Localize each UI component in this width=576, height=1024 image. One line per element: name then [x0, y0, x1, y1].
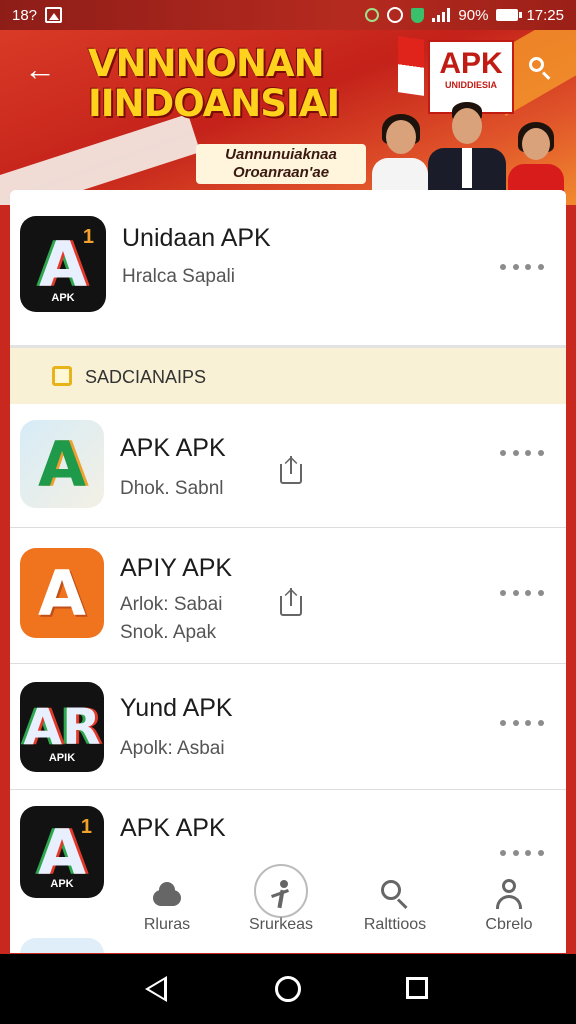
tag-icon — [52, 366, 72, 386]
app-name: APK APK — [120, 814, 226, 842]
system-home-icon[interactable] — [275, 976, 301, 1002]
search-button[interactable] — [526, 54, 556, 84]
badge-main-text: APK — [439, 47, 503, 80]
system-nav-bar — [0, 954, 576, 1024]
cloud-icon — [151, 878, 183, 910]
banner-subtitle: Uannunuiaknaa Oroanraan'ae — [196, 144, 366, 184]
more-options-icon[interactable] — [500, 718, 544, 728]
app-subtitle: Dhok. Sabnl — [120, 478, 224, 499]
nav-item-ralttioos[interactable]: Ralttioos — [338, 862, 452, 950]
featured-app-name: Unidaan APK — [122, 224, 271, 252]
nav-item-rluras[interactable]: Rluras — [110, 862, 224, 950]
app-list-card: A 1 APK Unidaan APK Hralca Sapali SADCIA… — [10, 190, 566, 953]
list-item[interactable]: AR APIK Yund APK Apolk: Asbai — [10, 664, 566, 790]
app-subtitle: Arlok: Sabai — [120, 594, 223, 615]
app-icon: A 1 APK — [20, 806, 104, 898]
more-options-icon[interactable] — [500, 448, 544, 458]
person-run-icon — [265, 878, 297, 910]
app-icon: A — [20, 420, 104, 508]
flag-icon — [398, 36, 424, 96]
app-subtitle: Apolk: Asbai — [120, 738, 225, 759]
nav-label: Ralttioos — [363, 916, 427, 933]
bottom-nav: Rluras Srurkeas Ralttioos Cbrelo — [110, 862, 566, 950]
status-left: 18? — [12, 6, 63, 24]
more-options-icon[interactable] — [500, 262, 544, 272]
alarm-icon — [387, 7, 404, 23]
app-icon: A 1 APK — [20, 216, 106, 312]
nav-label: Rluras — [143, 916, 191, 933]
nav-label: Cbrelo — [485, 916, 533, 933]
image-notification-icon — [45, 7, 63, 23]
share-icon[interactable] — [278, 588, 304, 618]
section-header: SADCIANAIPS — [10, 348, 566, 404]
list-item[interactable]: A APIY APK Arlok: Sabai Snok. Apak — [10, 528, 566, 664]
section-label: SADCIANAIPS — [85, 367, 207, 387]
back-button[interactable]: ← — [24, 51, 58, 88]
status-time-left: 18? — [12, 6, 38, 24]
app-subtitle-2: Snok. Apak — [120, 622, 217, 643]
list-item[interactable]: A APK APK Dhok. Sabnl — [10, 404, 566, 528]
banner-title-line2: IINDOANSIAI — [88, 82, 340, 125]
app-icon — [20, 938, 104, 953]
promo-banner[interactable]: ← VNNNONAN IINDOANSIAI Uannunuiaknaa Oro… — [0, 30, 576, 205]
signal-icon — [432, 8, 451, 22]
back-arrow-icon: ← — [24, 51, 56, 87]
app-name: APK APK — [120, 434, 226, 462]
app-icon: A — [20, 548, 104, 638]
system-back-icon[interactable] — [145, 976, 167, 1002]
battery-percent: 90% — [458, 6, 489, 24]
search-icon — [379, 878, 411, 910]
badge-sub-text: UNIDDIESIA — [444, 80, 497, 90]
more-options-icon[interactable] — [500, 588, 544, 598]
search-icon — [529, 57, 544, 72]
profile-icon — [493, 878, 525, 910]
featured-app[interactable]: A 1 APK Unidaan APK Hralca Sapali — [10, 190, 566, 345]
sync-icon — [365, 8, 380, 22]
status-clock: 17:25 — [526, 6, 564, 24]
nav-label: Srurkeas — [248, 916, 314, 933]
banner-title-line1: VNNNONAN — [88, 42, 325, 85]
banner-title: VNNNONAN IINDOANSIAI — [88, 44, 408, 124]
nav-item-cbrelo[interactable]: Cbrelo — [452, 862, 566, 950]
banner-subtitle-line1: Uannunuiaknaa — [225, 146, 337, 163]
app-name: Yund APK — [120, 694, 233, 722]
nav-item-srurkeas[interactable]: Srurkeas — [224, 862, 338, 950]
battery-icon — [496, 9, 523, 21]
featured-app-subtitle: Hralca Sapali — [122, 266, 235, 287]
app-icon: AR APIK — [20, 682, 104, 772]
status-bar: 18? 90% 17:25 — [0, 0, 576, 30]
status-right: 90% 17:25 — [365, 7, 564, 24]
system-recents-icon[interactable] — [406, 977, 428, 999]
app-name: APIY APK — [120, 554, 233, 582]
shield-icon — [411, 7, 425, 23]
share-icon[interactable] — [278, 456, 304, 486]
more-options-icon[interactable] — [500, 848, 544, 858]
banner-subtitle-line2: Oroanraan'ae — [232, 164, 330, 181]
